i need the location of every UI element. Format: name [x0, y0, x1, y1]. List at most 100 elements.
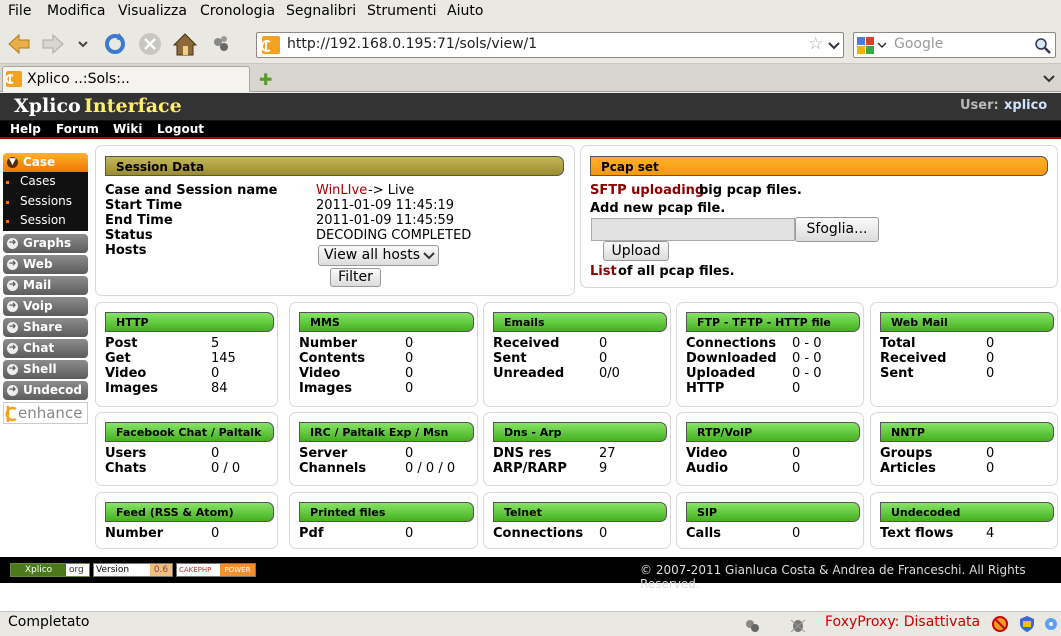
- label-case-session: Case and Session name: [105, 183, 278, 198]
- sidebar-voip[interactable]: ➜ Voip: [3, 296, 88, 316]
- stats-row-label: DNS res: [493, 446, 552, 461]
- version-badge: Version 0.6: [93, 563, 173, 577]
- stats-card-title[interactable]: IRC / Paltalk Exp / Msn: [299, 422, 474, 442]
- menu-file[interactable]: File: [8, 3, 31, 19]
- hosts-select[interactable]: View all hosts: [318, 245, 439, 266]
- browse-button[interactable]: Sfoglia...: [795, 217, 879, 242]
- stats-card-title[interactable]: Feed (RSS & Atom): [105, 502, 274, 522]
- stats-card-title[interactable]: MMS: [299, 312, 474, 332]
- stats-card-title[interactable]: NNTP: [880, 422, 1054, 442]
- firebug-icon[interactable]: [789, 616, 807, 634]
- sidebar-undecod[interactable]: ➜ Undecod: [3, 380, 88, 400]
- menu-visualizza[interactable]: Visualizza: [118, 3, 187, 19]
- stats-row-label: Number: [299, 336, 358, 351]
- enhance-logo[interactable]: enhance: [3, 401, 88, 424]
- sidebar-mail[interactable]: ➜ Mail: [3, 275, 88, 295]
- new-tab-plus-icon[interactable]: ✚: [259, 70, 272, 89]
- logo-interface: Interface: [84, 95, 182, 117]
- badge-text: Xplico: [11, 564, 66, 576]
- search-icon[interactable]: [1034, 37, 1052, 55]
- nav-logout[interactable]: Logout: [157, 122, 204, 136]
- sidebar-share[interactable]: ➜ Share: [3, 317, 88, 337]
- xplico-org-badge[interactable]: Xplico org: [10, 563, 90, 577]
- sidebar-web[interactable]: ➜ Web: [3, 254, 88, 274]
- stats-card-title[interactable]: Emails: [493, 312, 667, 332]
- extension-button[interactable]: [208, 31, 234, 57]
- menu-bar: File Modifica Visualizza Cronologia Segn…: [0, 0, 1061, 24]
- tab-list-chevron-icon[interactable]: [1042, 72, 1056, 86]
- sftp-upload-link[interactable]: SFTP uploading: [590, 183, 704, 198]
- case-name-link[interactable]: WinLIve: [316, 183, 367, 198]
- stats-row-value: 0: [405, 336, 414, 351]
- stats-row-label: Server: [299, 446, 348, 461]
- url-bar[interactable]: http://192.168.0.195:71/sols/view/1 ☆: [256, 32, 844, 58]
- menu-aiuto[interactable]: Aiuto: [447, 3, 483, 19]
- nav-forum[interactable]: Forum: [56, 122, 99, 136]
- sidebar-item-label: Web: [23, 256, 53, 271]
- stats-card-title[interactable]: FTP - TFTP - HTTP file: [686, 312, 860, 332]
- url-dropdown-icon[interactable]: [827, 38, 841, 52]
- upload-button[interactable]: Upload: [603, 241, 669, 261]
- nav-help[interactable]: Help: [10, 122, 41, 136]
- nav-wiki[interactable]: Wiki: [113, 122, 142, 136]
- stats-card: Web Mail Total 0 Received 0 Sent 0: [870, 302, 1058, 407]
- bookmark-star-icon[interactable]: ☆: [808, 34, 823, 54]
- security-shield-icon[interactable]: [1018, 615, 1036, 633]
- menu-strumenti[interactable]: Strumenti: [367, 3, 437, 19]
- back-button[interactable]: [6, 31, 32, 57]
- user-label: User:: [960, 98, 999, 113]
- stats-card-title[interactable]: HTTP: [105, 312, 274, 332]
- browser-status-bar: Completato FoxyProxy: Disattivata: [0, 611, 1061, 636]
- stats-row-value: 0: [986, 351, 995, 366]
- sidebar-shell[interactable]: ➜ Shell: [3, 359, 88, 379]
- stop-button[interactable]: [137, 31, 163, 57]
- sidebar-case[interactable]: ▼ Case: [3, 153, 88, 172]
- tab-favicon-icon: [6, 71, 22, 87]
- menu-cronologia[interactable]: Cronologia: [200, 3, 275, 19]
- sidebar-item-cases[interactable]: Cases: [3, 172, 88, 192]
- tab-xplico[interactable]: Xplico ..:Sols:..: [2, 66, 250, 92]
- session-data-title: Session Data: [105, 156, 564, 176]
- menu-segnalibri[interactable]: Segnalibri: [286, 3, 356, 19]
- reload-button[interactable]: [102, 31, 128, 57]
- enhance-logo-icon: [5, 405, 17, 422]
- sidebar-item-session[interactable]: Session: [3, 211, 88, 231]
- chevron-down-icon: [78, 41, 88, 48]
- search-input[interactable]: Google: [894, 36, 943, 52]
- top-nav: Help Forum Wiki Logout: [0, 121, 1061, 139]
- stats-card-title[interactable]: Dns - Arp: [493, 422, 667, 442]
- forward-button[interactable]: [40, 31, 66, 57]
- blocked-icon[interactable]: [991, 615, 1009, 633]
- foxyproxy-status[interactable]: FoxyProxy: Disattivata: [825, 614, 980, 630]
- stats-card-title[interactable]: Printed files: [299, 502, 474, 522]
- filter-button[interactable]: Filter: [330, 268, 381, 287]
- sidebar-graphs[interactable]: ➜ Graphs: [3, 233, 88, 253]
- menu-modifica[interactable]: Modifica: [47, 3, 106, 19]
- stats-card: HTTP Post 5 Get 145 Video 0 Images 84: [95, 302, 278, 407]
- google-engine-icon[interactable]: [857, 37, 889, 54]
- stats-card-title[interactable]: Facebook Chat / Paltalk: [105, 422, 274, 442]
- pcap-file-input[interactable]: [591, 218, 795, 241]
- search-bar[interactable]: Google: [853, 32, 1056, 58]
- stats-row-label: Video: [299, 366, 341, 381]
- stats-card-title[interactable]: RTP/VoIP: [686, 422, 860, 442]
- stats-card-title[interactable]: SIP: [686, 502, 860, 522]
- history-dropdown-button[interactable]: [74, 31, 92, 57]
- home-button[interactable]: [172, 31, 198, 57]
- stats-row-value: 0: [599, 526, 608, 541]
- stats-card-title[interactable]: Web Mail: [880, 312, 1054, 332]
- stats-row-value: 0: [599, 336, 608, 351]
- pcap-list-link[interactable]: List: [590, 264, 617, 279]
- cakephp-badge[interactable]: CAKEPHP POWER: [176, 563, 256, 577]
- stats-card-title[interactable]: Undecoded: [880, 502, 1054, 522]
- pcap-set-title: Pcap set: [590, 156, 1048, 176]
- stats-row-value: 0: [792, 446, 801, 461]
- add-pcap-label: Add new pcap file.: [590, 201, 726, 216]
- sidebar-item-sessions[interactable]: Sessions: [3, 191, 88, 211]
- sidebar-item-label: Graphs: [23, 235, 72, 250]
- stats-row-value: 27: [599, 446, 616, 461]
- extension-status-icon[interactable]: [743, 616, 761, 634]
- stats-card-title[interactable]: Telnet: [493, 502, 667, 522]
- extension-gear-icon[interactable]: [1043, 615, 1059, 633]
- sidebar-chat[interactable]: ➜ Chat: [3, 338, 88, 358]
